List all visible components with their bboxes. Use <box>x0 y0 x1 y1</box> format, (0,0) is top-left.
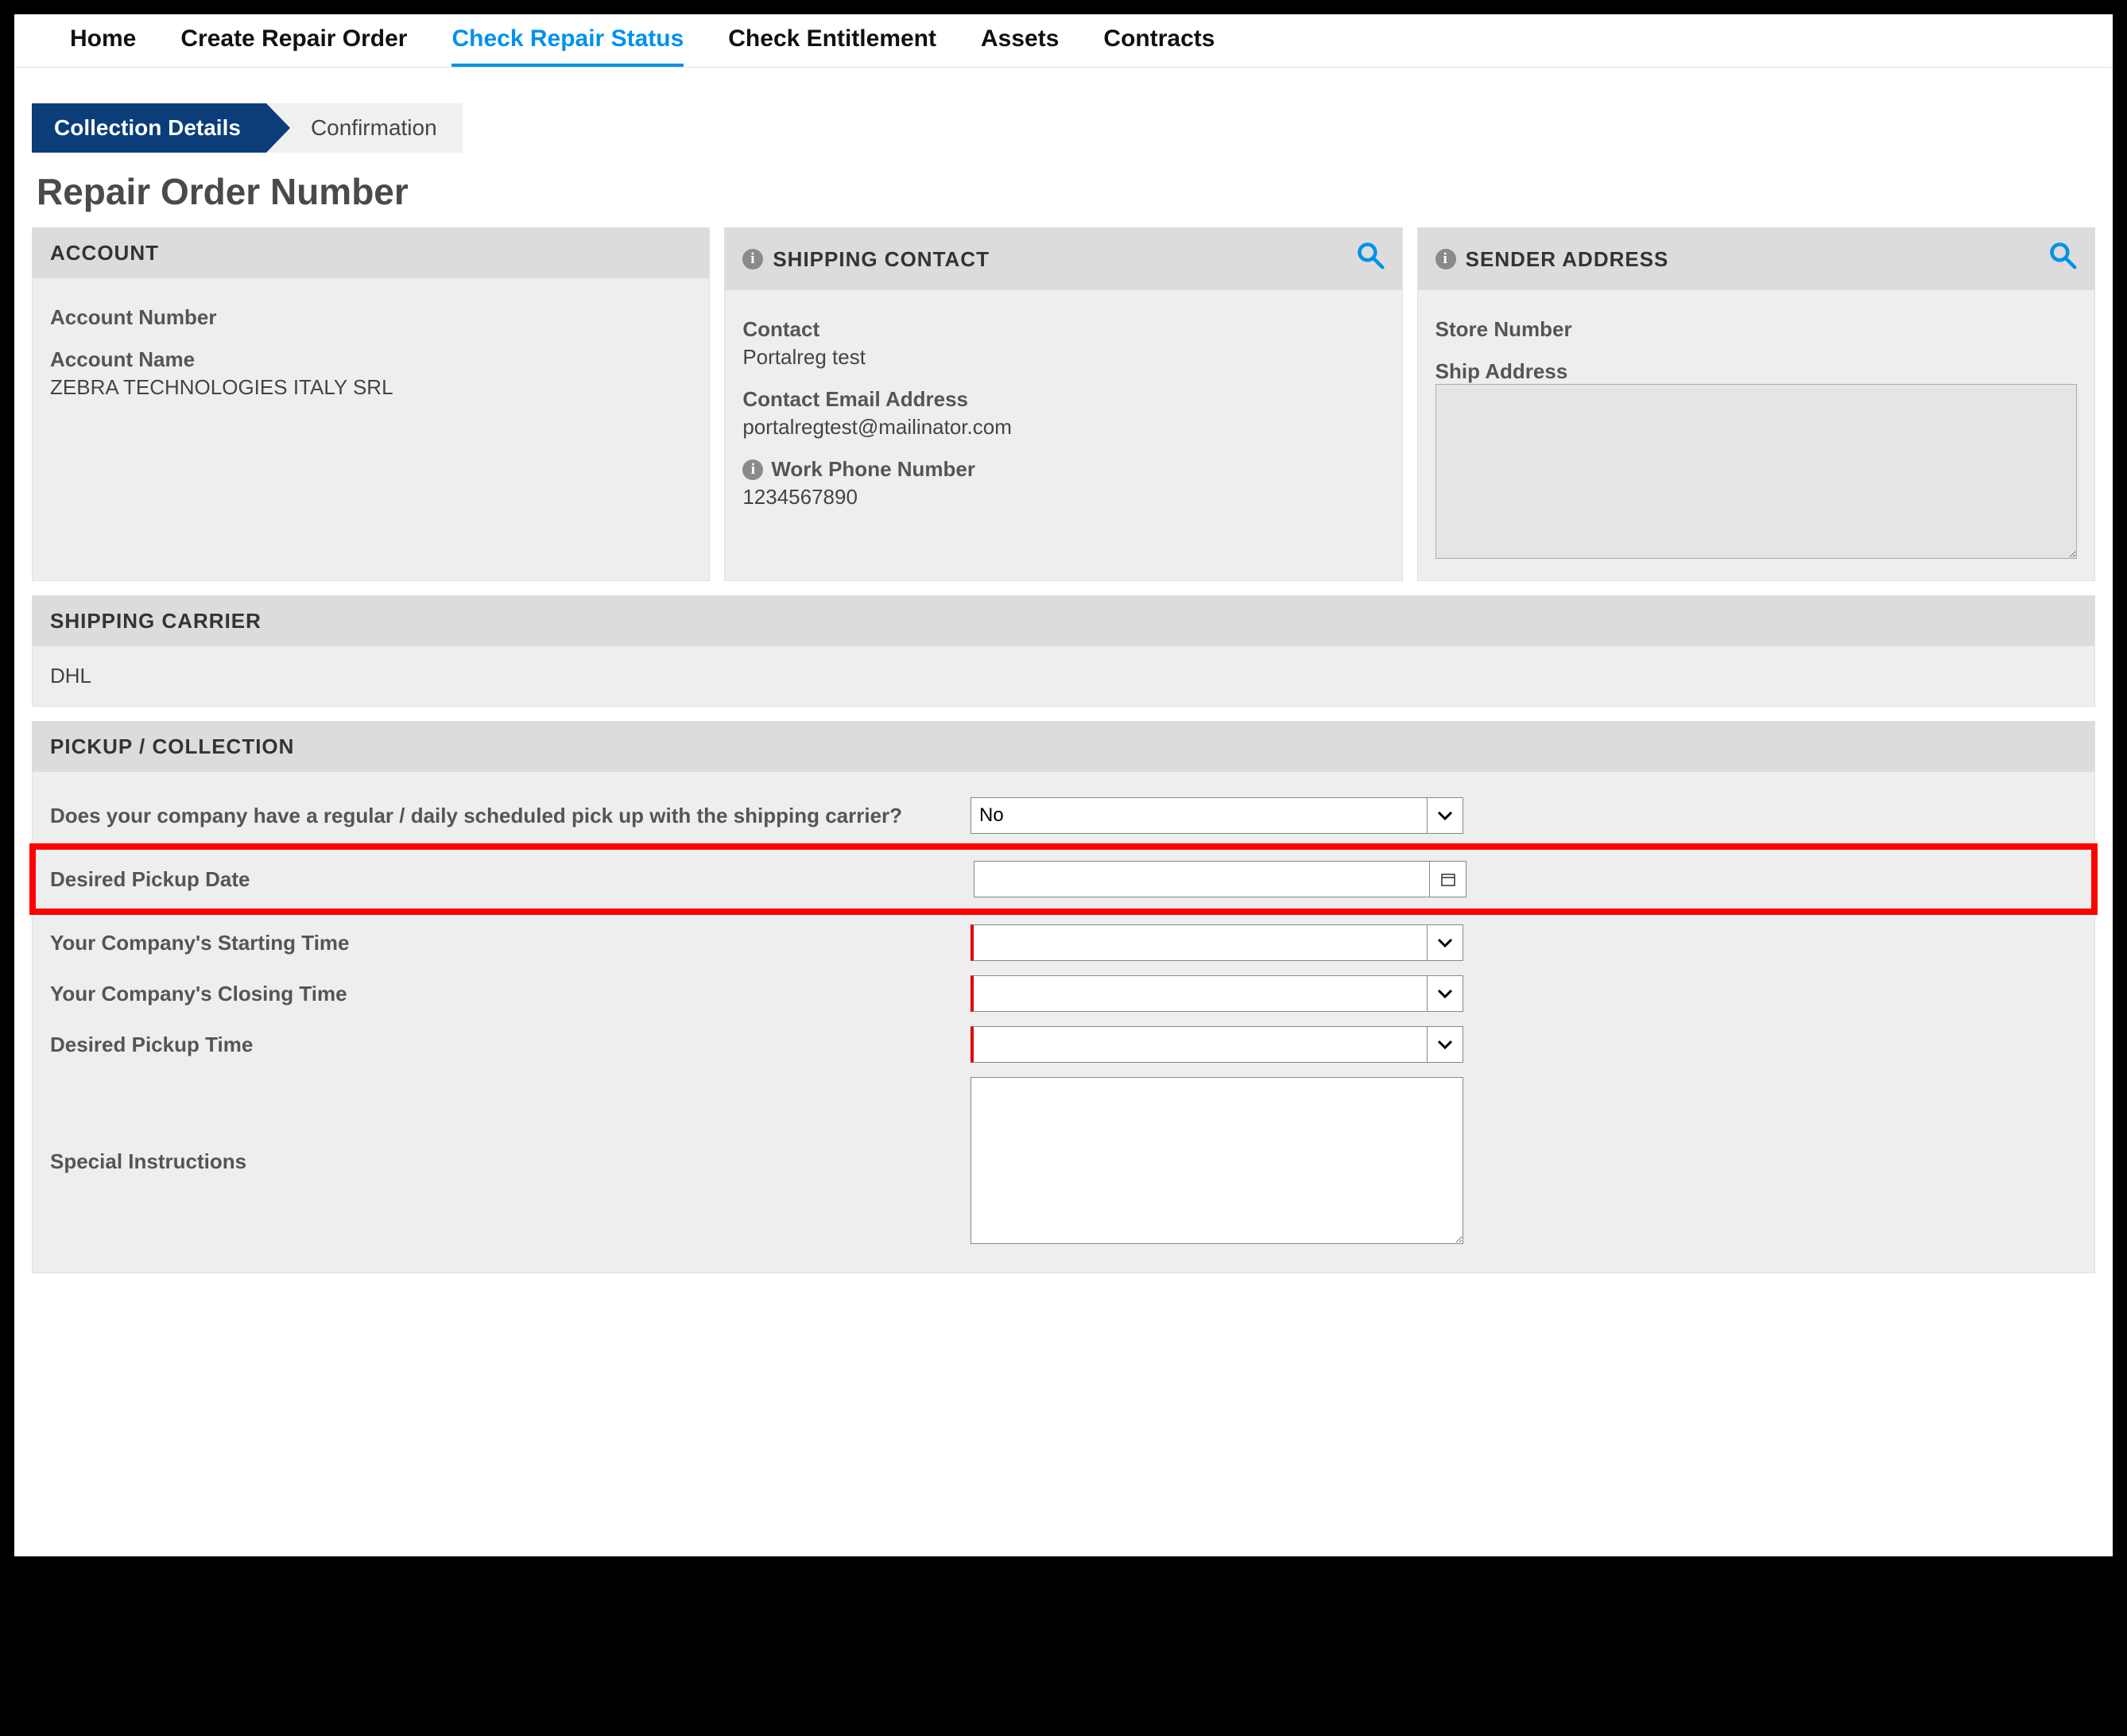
chevron-down-icon <box>1437 810 1453 821</box>
nav-contracts[interactable]: Contracts <box>1103 25 1215 67</box>
panel-account: ACCOUNT Account Number Account Name ZEBR… <box>32 227 710 581</box>
email-value: portalregtest@mailinator.com <box>742 415 1384 440</box>
nav-assets[interactable]: Assets <box>981 25 1059 67</box>
pickup-header: PICKUP / COLLECTION <box>50 734 294 759</box>
chevron-down-icon <box>1437 937 1453 948</box>
panel-sender-address: i SENDER ADDRESS Store Number Ship Addre… <box>1417 227 2095 581</box>
calendar-button[interactable] <box>1430 861 1466 897</box>
regular-pickup-label: Does your company have a regular / daily… <box>33 803 971 829</box>
contact-value: Portalreg test <box>742 345 1384 370</box>
step-confirmation: Confirmation <box>266 103 463 153</box>
phone-label: Work Phone Number <box>771 457 975 482</box>
company-start-time-dropdown-button[interactable] <box>1427 924 1463 961</box>
chevron-down-icon <box>1437 1039 1453 1050</box>
search-sender-button[interactable] <box>2048 241 2077 277</box>
panel-shipping-carrier: SHIPPING CARRIER DHL <box>32 595 2095 707</box>
page-title: Repair Order Number <box>37 170 2113 213</box>
account-number-label: Account Number <box>50 305 692 330</box>
desired-pickup-date-input[interactable] <box>974 861 1430 897</box>
search-icon <box>1356 241 1385 269</box>
ship-address-textarea[interactable] <box>1435 384 2077 559</box>
company-start-time-select[interactable] <box>971 924 1427 961</box>
row-special-instructions: Special Instructions <box>33 1072 2094 1249</box>
store-number-label: Store Number <box>1435 317 2077 342</box>
contact-label: Contact <box>742 317 1384 342</box>
company-start-time-label: Your Company's Starting Time <box>33 930 971 956</box>
row-company-start-time: Your Company's Starting Time <box>33 920 2094 966</box>
search-icon <box>2048 241 2077 269</box>
shipping-contact-header: SHIPPING CONTACT <box>773 247 990 272</box>
desired-pickup-time-select[interactable] <box>971 1026 1427 1063</box>
desired-pickup-time-dropdown-button[interactable] <box>1427 1026 1463 1063</box>
regular-pickup-dropdown-button[interactable] <box>1427 797 1463 834</box>
carrier-value: DHL <box>50 664 2077 688</box>
panel-pickup-collection: PICKUP / COLLECTION Does your company ha… <box>32 721 2095 1273</box>
step-collection-details[interactable]: Collection Details <box>32 103 266 153</box>
top-nav: Home Create Repair Order Check Repair St… <box>14 14 2113 68</box>
email-label: Contact Email Address <box>742 387 1384 412</box>
account-name-value: ZEBRA TECHNOLOGIES ITALY SRL <box>50 375 692 400</box>
regular-pickup-select[interactable] <box>971 797 1427 834</box>
special-instructions-label: Special Instructions <box>33 1077 971 1175</box>
panel-shipping-contact: i SHIPPING CONTACT Contact Portalreg tes… <box>724 227 1402 581</box>
nav-home[interactable]: Home <box>70 25 136 67</box>
wizard-steps: Collection Details Confirmation <box>32 103 2113 153</box>
calendar-icon <box>1440 871 1456 887</box>
info-icon[interactable]: i <box>1435 249 1456 269</box>
carrier-header: SHIPPING CARRIER <box>50 609 262 634</box>
account-header: ACCOUNT <box>50 241 159 265</box>
row-regular-pickup: Does your company have a regular / daily… <box>33 792 2094 839</box>
company-closing-time-label: Your Company's Closing Time <box>33 981 971 1007</box>
row-desired-pickup-time: Desired Pickup Time <box>33 1021 2094 1068</box>
company-closing-time-select[interactable] <box>971 975 1427 1012</box>
ship-address-label: Ship Address <box>1435 359 2077 384</box>
nav-check-entitlement[interactable]: Check Entitlement <box>728 25 936 67</box>
special-instructions-textarea[interactable] <box>971 1077 1463 1244</box>
company-closing-time-dropdown-button[interactable] <box>1427 975 1463 1012</box>
info-icon[interactable]: i <box>742 249 763 269</box>
nav-check-repair-status[interactable]: Check Repair Status <box>451 25 684 67</box>
account-name-label: Account Name <box>50 347 692 372</box>
nav-create-repair-order[interactable]: Create Repair Order <box>180 25 407 67</box>
desired-pickup-time-label: Desired Pickup Time <box>33 1032 971 1058</box>
phone-value: 1234567890 <box>742 485 1384 510</box>
desired-pickup-date-label: Desired Pickup Date <box>36 866 974 893</box>
row-company-closing-time: Your Company's Closing Time <box>33 971 2094 1017</box>
chevron-down-icon <box>1437 988 1453 999</box>
sender-header: SENDER ADDRESS <box>1466 247 1669 272</box>
row-desired-pickup-date: Desired Pickup Date <box>29 843 2098 915</box>
search-shipping-contact-button[interactable] <box>1356 241 1385 277</box>
info-icon[interactable]: i <box>742 459 763 480</box>
